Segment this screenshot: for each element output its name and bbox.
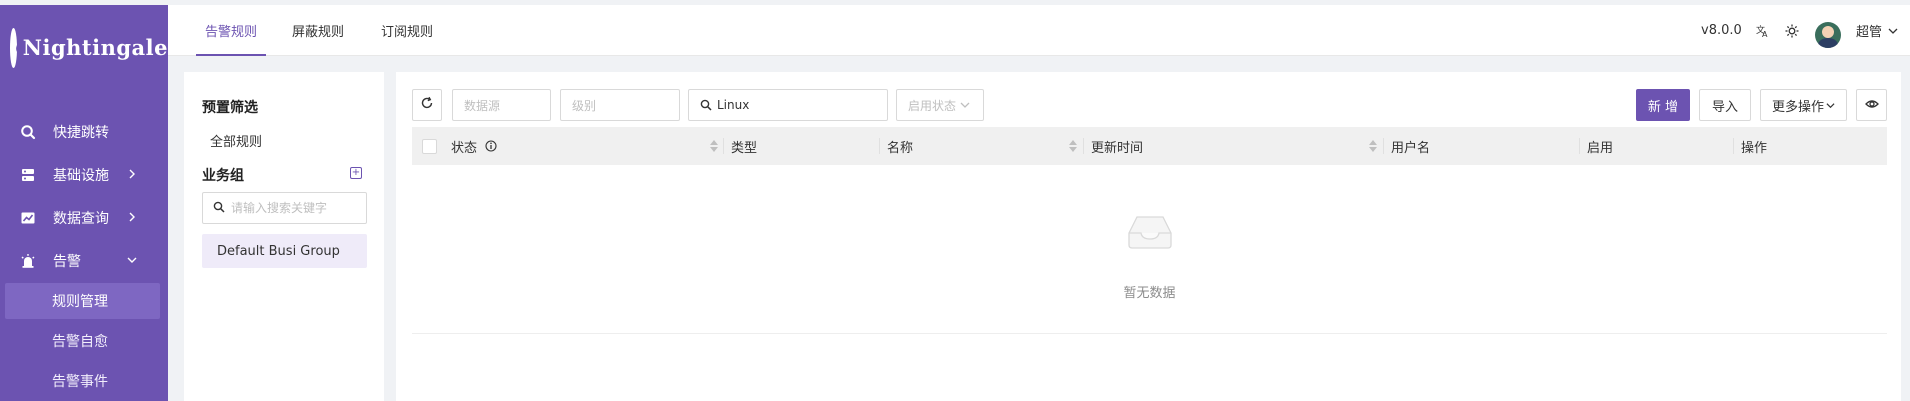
search-icon: [20, 124, 36, 140]
sidebar-item-label: 数据查询: [53, 211, 109, 227]
datasource-placeholder: 数据源: [464, 98, 501, 113]
chevron-right-icon: [127, 210, 137, 226]
sidebar-item-label: 基础设施: [53, 168, 109, 184]
table-empty-state: 暂无数据: [412, 165, 1887, 334]
column-visibility-button[interactable]: [1856, 89, 1887, 121]
all-rules-link[interactable]: 全部规则: [210, 131, 262, 150]
column-divider: [723, 138, 724, 154]
import-button[interactable]: 导入: [1699, 89, 1751, 121]
chevron-down-icon[interactable]: [1888, 5, 1898, 56]
sidebar-item-infrastructure[interactable]: 基础设施: [0, 155, 168, 195]
server-icon: [20, 167, 36, 183]
datasource-select[interactable]: 数据源: [452, 89, 551, 121]
column-divider: [1383, 138, 1384, 154]
empty-text: 暂无数据: [1123, 286, 1176, 301]
select-all-checkbox[interactable]: [422, 139, 437, 154]
chevron-down-icon: [960, 100, 970, 110]
nightingale-logo-icon: [10, 27, 17, 68]
sidebar-item-label: 快捷跳转: [53, 125, 109, 141]
status-placeholder: 启用状态: [908, 98, 957, 113]
add-rule-button[interactable]: 新 增: [1636, 89, 1690, 121]
preset-filter-title: 预置筛选: [202, 100, 258, 116]
sun-theme-icon[interactable]: [1785, 5, 1799, 56]
chevron-right-icon: [127, 167, 137, 183]
sidebar-subitem-alert-self-healing[interactable]: 告警自愈: [5, 323, 160, 359]
sort-updated-at-icon[interactable]: [1369, 139, 1377, 153]
eye-icon: [1864, 97, 1879, 113]
rule-search-input[interactable]: [717, 98, 887, 112]
column-name: 名称: [887, 140, 914, 156]
sidebar-item-label: 告警: [53, 254, 81, 270]
refresh-icon: [420, 96, 434, 114]
column-username: 用户名: [1391, 140, 1431, 156]
info-icon[interactable]: [485, 140, 497, 152]
business-group-title: 业务组: [202, 168, 244, 184]
translate-icon[interactable]: 文A: [1756, 5, 1770, 56]
logo[interactable]: Nightingale: [0, 5, 168, 90]
username-label[interactable]: 超管: [1856, 5, 1882, 56]
refresh-button[interactable]: [412, 89, 442, 121]
rules-panel: 数据源 级别 启用状态 新 增 导入 更多操作: [396, 72, 1901, 401]
column-updated-at: 更新时间: [1091, 140, 1144, 156]
column-enabled: 启用: [1587, 140, 1614, 156]
sidebar-item-alert[interactable]: 告警: [0, 241, 168, 281]
line-chart-icon: [20, 210, 36, 226]
column-divider: [1733, 138, 1734, 154]
severity-placeholder: 级别: [572, 98, 597, 113]
status-select[interactable]: 启用状态: [896, 89, 984, 121]
alarm-icon: [20, 253, 36, 269]
logo-text: Nightingale: [22, 35, 168, 60]
search-icon: [700, 99, 712, 111]
column-divider: [1579, 138, 1580, 154]
tab-subscribe-rules[interactable]: 订阅规则: [381, 5, 433, 56]
tab-alert-rules[interactable]: 告警规则: [195, 5, 267, 56]
svg-text:A: A: [1762, 30, 1768, 38]
table-header: 状态 类型 名称 更新时间 用户名 启用 操作: [412, 127, 1887, 165]
search-icon: [213, 201, 225, 216]
column-status: 状态: [451, 127, 497, 165]
app-root: Nightingale 快捷跳转 基础设施 数据查询 告警 规则管理 告警自愈 …: [0, 0, 1910, 401]
sidebar-subitem-alert-events[interactable]: 告警事件: [5, 363, 160, 399]
column-divider: [879, 138, 880, 154]
sort-status-icon[interactable]: [710, 139, 718, 153]
avatar[interactable]: [1815, 22, 1841, 48]
group-search-input[interactable]: [231, 201, 361, 215]
group-search-field[interactable]: [202, 192, 367, 224]
column-divider: [1083, 138, 1084, 154]
column-actions: 操作: [1741, 140, 1768, 156]
rule-search-field[interactable]: [688, 89, 888, 121]
column-type: 类型: [731, 140, 758, 156]
sidebar: Nightingale 快捷跳转 基础设施 数据查询 告警 规则管理 告警自愈 …: [0, 5, 168, 401]
tab-mute-rules[interactable]: 屏蔽规则: [292, 5, 344, 56]
more-actions-button[interactable]: 更多操作: [1760, 89, 1847, 121]
chevron-down-icon: [127, 253, 137, 269]
filter-panel: 预置筛选 全部规则 业务组 + Default Busi Group: [184, 72, 384, 401]
group-item-default[interactable]: Default Busi Group: [202, 234, 367, 268]
chevron-down-icon: [1826, 101, 1835, 110]
version-label: v8.0.0: [1701, 23, 1742, 38]
empty-inbox-icon: [1123, 211, 1177, 255]
sidebar-item-quick-jump[interactable]: 快捷跳转: [0, 112, 168, 152]
sidebar-item-data-query[interactable]: 数据查询: [0, 198, 168, 238]
top-header: 告警规则 屏蔽规则 订阅规则 v8.0.0 文A 超管: [168, 5, 1910, 56]
sort-name-icon[interactable]: [1069, 139, 1077, 153]
severity-select[interactable]: 级别: [560, 89, 680, 121]
more-actions-label: 更多操作: [1771, 99, 1824, 115]
sidebar-subitem-rule-management[interactable]: 规则管理: [5, 283, 160, 319]
add-group-icon[interactable]: +: [350, 167, 362, 179]
